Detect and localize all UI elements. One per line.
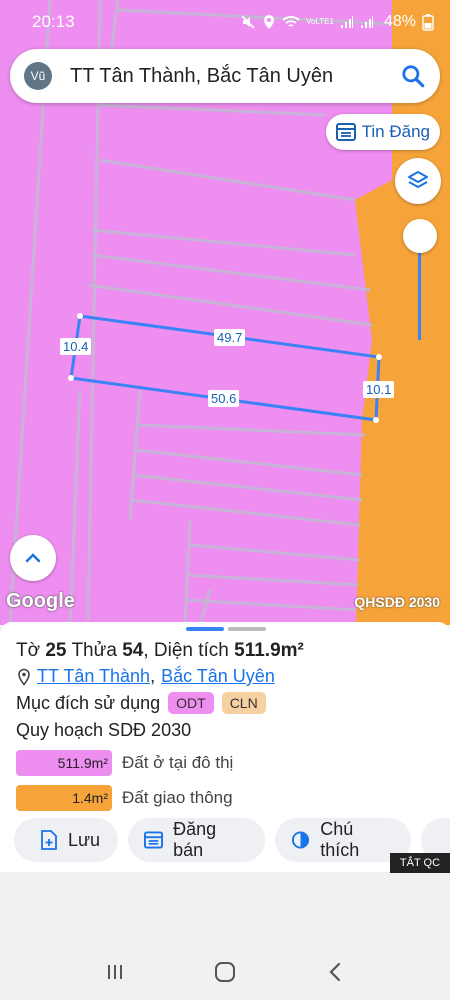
plan-title: Quy hoạch SDĐ 2030	[16, 720, 192, 740]
google-logo: Google	[6, 590, 75, 612]
dimension-bottom: 50.6	[208, 390, 240, 407]
back-button[interactable]	[315, 952, 355, 992]
parcel-info-sheet: Tờ 25 Thửa 54, Diện tích 511.9m² TT Tân …	[0, 622, 450, 872]
tin-dang-button[interactable]: Tin Đăng	[325, 114, 440, 150]
recent-apps-button[interactable]	[95, 952, 135, 992]
plan-layer-label: QHSDĐ 2030	[354, 594, 440, 610]
back-icon	[329, 962, 341, 982]
battery-icon	[422, 14, 434, 31]
layers-button[interactable]	[395, 158, 441, 204]
location-link-town[interactable]: TT Tân Thành	[37, 666, 150, 687]
area-desc: Đất ở tại đô thị	[122, 753, 234, 772]
action-bar: Lưu Đăng bán Chú thích	[14, 818, 450, 862]
location-icon	[264, 15, 275, 29]
area-desc: Đất giao thông	[122, 788, 233, 807]
network-label: VoLTE1	[306, 17, 334, 26]
home-icon	[215, 962, 235, 982]
wifi-icon	[282, 16, 300, 27]
dimension-right: 10.1	[363, 381, 395, 398]
system-nav-bar	[0, 944, 450, 1000]
chevron-up-icon	[25, 553, 41, 563]
area-value: 1.4m²	[16, 785, 112, 811]
location-pin-icon	[18, 668, 30, 686]
parcel-location: TT Tân Thành , Bắc Tân Uyên	[16, 666, 275, 687]
status-bar: 20:13 VoLTE1 48%	[0, 0, 450, 44]
area-value: 511.9m²	[16, 750, 112, 776]
listing-icon	[144, 831, 164, 849]
post-sale-button[interactable]: Đăng bán	[128, 818, 266, 862]
listing-icon	[335, 123, 356, 141]
area-row-residential: 511.9m² Đất ở tại đô thị	[16, 750, 233, 776]
dimension-left: 10.4	[60, 338, 92, 355]
status-icons: VoLTE1 48%	[240, 13, 434, 31]
battery-level: 48%	[383, 13, 416, 30]
parcel-title: Tờ 25 Thửa 54, Diện tích 511.9m²	[16, 640, 304, 661]
contrast-icon	[292, 831, 310, 849]
layers-icon	[408, 171, 428, 188]
area-row-transport: 1.4m² Đất giao thông	[16, 785, 233, 811]
signal-icon	[340, 16, 353, 28]
pager-dot[interactable]	[228, 627, 266, 631]
dimension-top: 49.7	[214, 329, 246, 346]
tin-dang-label: Tin Đăng	[361, 122, 430, 141]
purpose-label: Mục đích sử dụng	[16, 692, 161, 713]
recents-icon	[108, 965, 122, 979]
search-bar[interactable]: Vũ TT Tân Thành, Bắc Tân Uyên	[10, 49, 440, 103]
mute-icon	[241, 15, 255, 29]
app-root: 49.7 50.6 10.4 10.1 20:13 VoLTE1 48% Vũ …	[0, 0, 450, 1000]
land-use-purpose: Mục đích sử dụng ODT CLN	[16, 692, 266, 714]
location-link-district[interactable]: Bắc Tân Uyên	[161, 666, 275, 687]
search-icon[interactable]	[400, 63, 426, 89]
opacity-slider-handle[interactable]	[403, 219, 437, 253]
avatar[interactable]: Vũ	[24, 62, 52, 90]
badge-odt: ODT	[168, 692, 214, 714]
close-ad-button[interactable]: TẮT QC	[390, 853, 450, 873]
add-file-icon	[41, 830, 57, 850]
home-button[interactable]	[205, 952, 245, 992]
save-button[interactable]: Lưu	[14, 818, 119, 862]
status-time: 20:13	[32, 12, 75, 31]
pager-dot-active[interactable]	[186, 627, 224, 631]
signal-icon-2	[360, 16, 373, 28]
sheet-pager[interactable]	[186, 627, 266, 631]
badge-cln: CLN	[221, 692, 266, 714]
expand-up-button[interactable]	[10, 535, 56, 581]
search-input[interactable]: TT Tân Thành, Bắc Tân Uyên	[70, 65, 400, 88]
